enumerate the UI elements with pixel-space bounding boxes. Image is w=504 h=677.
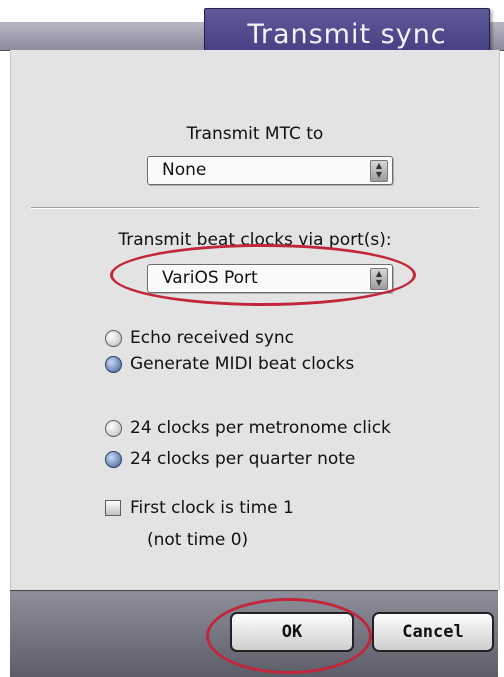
checkbox-sublabel: (not time 0): [147, 530, 249, 550]
radio-label: 24 clocks per quarter note: [130, 449, 356, 469]
popup-arrows-icon: ▲ ▼: [370, 160, 388, 182]
radio-label: Echo received sync: [130, 328, 295, 348]
radio-button-icon[interactable]: [105, 420, 122, 437]
mtc-popup-value: None: [162, 160, 207, 180]
radio-button-icon[interactable]: [105, 330, 122, 347]
beat-clocks-label: Transmit beat clocks via port(s):: [118, 230, 392, 250]
mtc-popup[interactable]: None ▲ ▼: [147, 156, 393, 185]
dialog-title: Transmit sync: [247, 19, 447, 50]
mtc-label: Transmit MTC to: [186, 124, 324, 144]
beat-clocks-popup-value: VariOS Port: [162, 268, 258, 288]
dialog-panel: Transmit MTC to None ▲ ▼ Transmit beat cl…: [10, 50, 500, 590]
checkbox-icon[interactable]: [105, 500, 121, 516]
radio-label: Generate MIDI beat clocks: [130, 354, 355, 374]
divider: [31, 207, 479, 209]
popup-arrows-icon: ▲ ▼: [370, 268, 388, 290]
radio-label: 24 clocks per metronome click: [130, 418, 391, 438]
checkbox-label: First clock is time 1: [130, 498, 294, 518]
ok-button[interactable]: OK: [230, 612, 354, 652]
radio-button-selected-icon[interactable]: [105, 356, 122, 373]
beat-clocks-popup[interactable]: VariOS Port ▲ ▼: [147, 264, 393, 293]
cancel-button[interactable]: Cancel: [372, 612, 494, 652]
radio-button-selected-icon[interactable]: [105, 451, 122, 468]
